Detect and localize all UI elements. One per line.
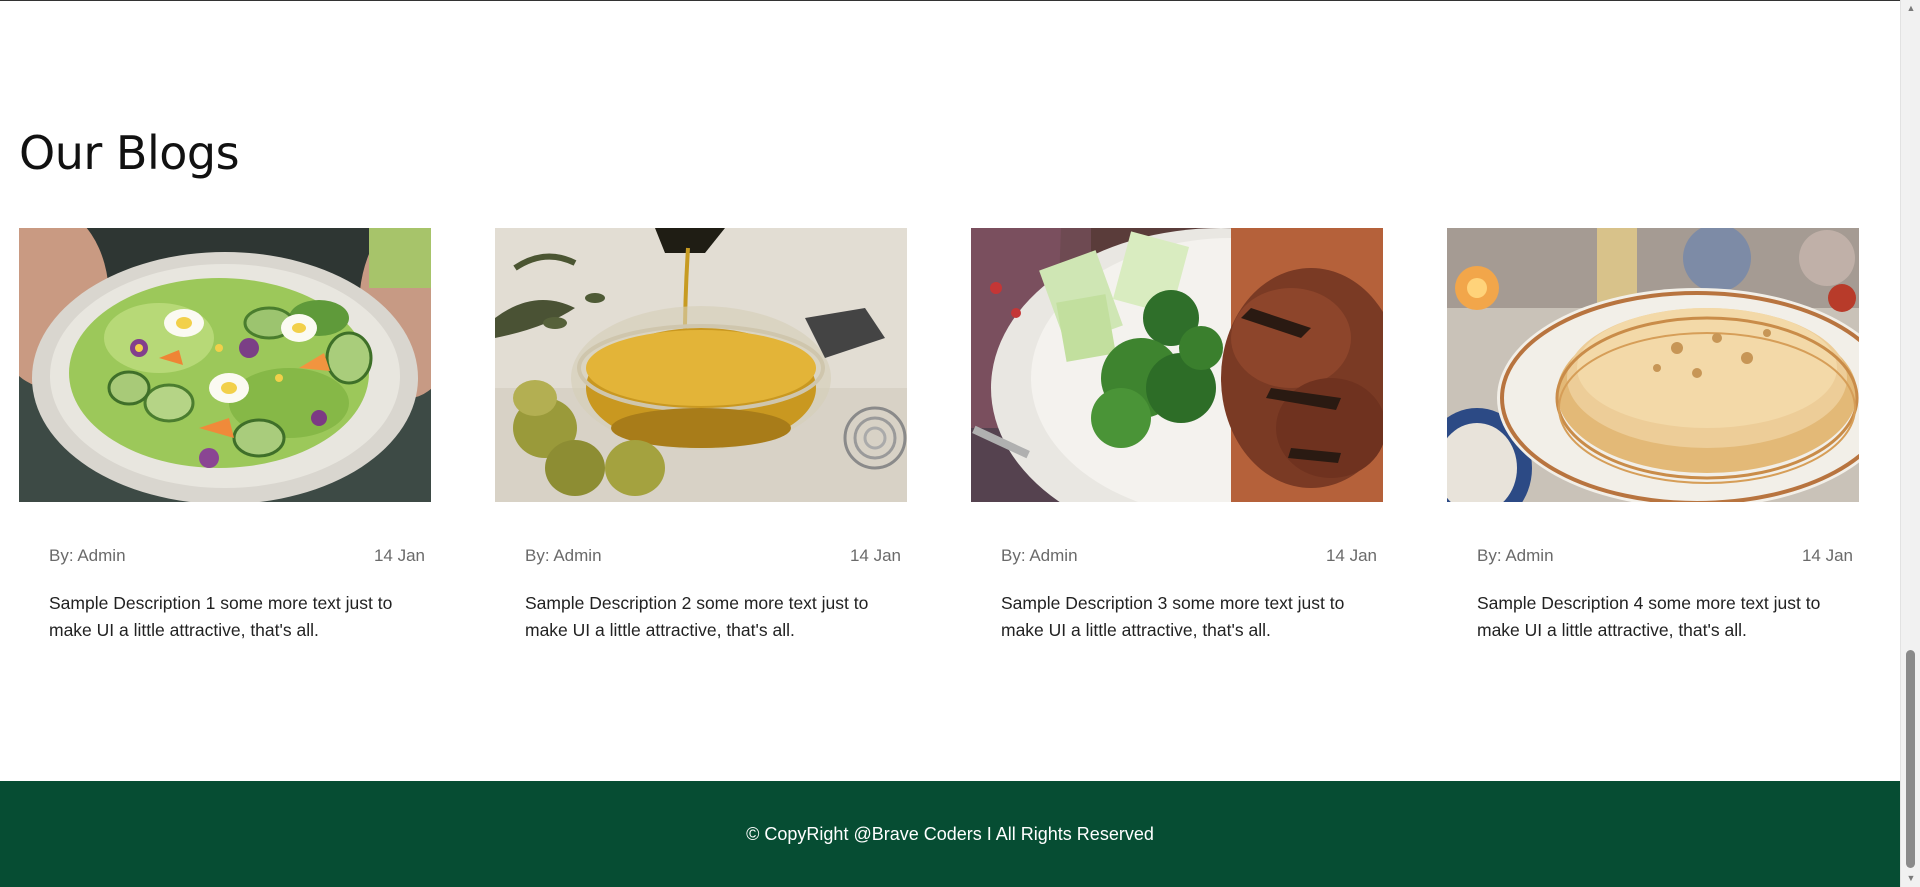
blog-author: By: Admin: [1477, 546, 1554, 565]
blog-image-pancakes[interactable]: [1447, 228, 1859, 502]
blog-meta: By: Admin 14 Jan: [49, 546, 425, 568]
blog-date: 14 Jan: [1801, 546, 1853, 565]
blog-cards: By: Admin 14 Jan Sample Description 1 so…: [19, 228, 1859, 648]
footer: © CopyRight @Brave Coders I All Rights R…: [0, 781, 1900, 887]
scroll-up-arrow-icon[interactable]: ▲: [1901, 0, 1920, 17]
blog-card[interactable]: By: Admin 14 Jan Sample Description 1 so…: [19, 228, 431, 648]
blog-card[interactable]: By: Admin 14 Jan Sample Description 2 so…: [495, 228, 907, 648]
pancakes-plate-photo: [1447, 228, 1859, 502]
blog-meta: By: Admin 14 Jan: [1001, 546, 1377, 568]
blog-meta: By: Admin 14 Jan: [1477, 546, 1853, 568]
grilled-meat-plate-photo: [971, 228, 1383, 502]
blog-image-salad[interactable]: [19, 228, 431, 502]
page: Our Blogs By: Admin 14 Jan Sample Descri…: [0, 0, 1900, 887]
salad-bowl-photo: [19, 228, 431, 502]
blog-description: Sample Description 1 some more text just…: [49, 593, 393, 640]
blog-description: Sample Description 4 some more text just…: [1477, 593, 1821, 640]
blog-card[interactable]: By: Admin 14 Jan Sample Description 4 so…: [1447, 228, 1859, 648]
olive-oil-photo: [495, 228, 907, 502]
blog-author: By: Admin: [49, 546, 126, 565]
blog-date: 14 Jan: [849, 546, 901, 565]
blog-date: 14 Jan: [1325, 546, 1377, 565]
blog-date: 14 Jan: [373, 546, 425, 565]
scroll-thumb[interactable]: [1906, 650, 1915, 868]
blog-description: Sample Description 2 some more text just…: [525, 593, 869, 640]
blog-author: By: Admin: [525, 546, 602, 565]
footer-copyright: © CopyRight @Brave Coders I All Rights R…: [746, 824, 1154, 844]
vertical-scrollbar[interactable]: ▲ ▼: [1900, 0, 1920, 887]
blog-meta: By: Admin 14 Jan: [525, 546, 901, 568]
scroll-down-arrow-icon[interactable]: ▼: [1901, 870, 1920, 887]
blog-description: Sample Description 3 some more text just…: [1001, 593, 1345, 640]
blog-author: By: Admin: [1001, 546, 1078, 565]
blog-image-grilled-meat[interactable]: [971, 228, 1383, 502]
section-title: Our Blogs: [19, 126, 240, 180]
blog-image-olive-oil[interactable]: [495, 228, 907, 502]
blog-card[interactable]: By: Admin 14 Jan Sample Description 3 so…: [971, 228, 1383, 648]
